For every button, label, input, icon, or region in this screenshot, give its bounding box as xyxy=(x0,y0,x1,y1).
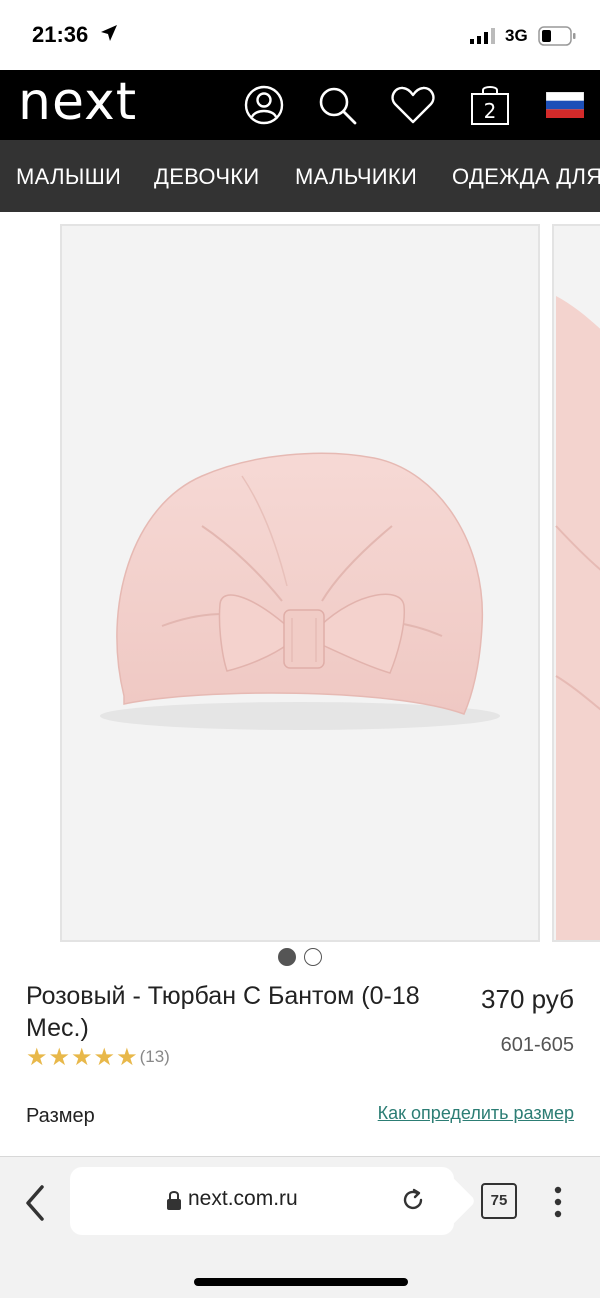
star-icon: ★ xyxy=(93,1043,116,1071)
carousel-dots xyxy=(276,946,326,968)
browser-toolbar: next.com.ru 75 xyxy=(0,1156,600,1298)
product-image[interactable] xyxy=(60,224,540,942)
bag-count: 2 xyxy=(483,99,497,123)
more-menu-icon[interactable] xyxy=(548,1185,568,1219)
lock-icon xyxy=(167,1191,181,1210)
review-count[interactable]: (13) xyxy=(140,1047,170,1067)
category-nav: МАЛЫШИ ДЕВОЧКИ МАЛЬЧИКИ ОДЕЖДА ДЛЯ xyxy=(0,140,600,212)
favourites-button[interactable] xyxy=(390,82,436,128)
status-bar: 21:36 3G xyxy=(0,0,600,70)
battery-icon xyxy=(538,26,576,46)
next-product-image[interactable] xyxy=(552,224,600,942)
russia-flag-icon xyxy=(546,92,584,118)
carousel-dot[interactable] xyxy=(304,948,322,966)
status-time: 21:36 xyxy=(32,22,89,47)
product-gallery[interactable] xyxy=(0,212,600,944)
network-type: 3G xyxy=(505,26,528,45)
product-price: 370 руб xyxy=(481,984,574,1014)
nav-item-girls[interactable]: ДЕВОЧКИ xyxy=(154,164,260,190)
url-text: next.com.ru xyxy=(188,1187,298,1210)
search-icon xyxy=(319,87,357,125)
back-arrow-icon[interactable] xyxy=(22,1183,48,1223)
nav-item-babies[interactable]: МАЛЫШИ xyxy=(16,164,121,190)
product-code: 601-605 xyxy=(500,1034,574,1056)
next-logo[interactable]: next xyxy=(18,72,137,132)
turban-hat-closeup xyxy=(555,296,600,940)
star-icon: ★ xyxy=(71,1043,93,1071)
location-arrow-icon xyxy=(101,25,117,41)
signal-icon xyxy=(470,28,495,44)
bag-button[interactable]: 2 xyxy=(468,82,512,128)
turban-hat-image xyxy=(100,452,500,730)
site-header: next 2 xyxy=(0,70,600,140)
star-icon: ★ xyxy=(26,1043,48,1071)
heart-icon xyxy=(391,86,435,124)
product-title: Розовый - Тюрбан С Бантом (0-18 Мес.) xyxy=(26,982,420,1042)
tabs-count-button[interactable]: 75 xyxy=(481,1183,517,1219)
reload-icon[interactable] xyxy=(400,1187,426,1213)
carousel-dot-active[interactable] xyxy=(278,948,296,966)
account-button[interactable] xyxy=(241,82,287,128)
rating[interactable]: ★ ★ ★ ★ ★ (13) xyxy=(26,1044,170,1070)
size-label: Размер xyxy=(26,1105,95,1127)
size-guide-link[interactable]: Как определить размер xyxy=(330,1103,574,1124)
account-icon xyxy=(244,85,284,125)
nav-item-clothing-for[interactable]: ОДЕЖДА ДЛЯ xyxy=(452,164,600,190)
search-button[interactable] xyxy=(314,82,360,128)
country-selector[interactable] xyxy=(542,82,588,128)
star-icon: ★ xyxy=(48,1043,71,1071)
star-icon: ★ xyxy=(116,1043,138,1071)
nav-item-boys[interactable]: МАЛЬЧИКИ xyxy=(295,164,417,190)
home-indicator xyxy=(194,1278,408,1286)
address-bar[interactable]: next.com.ru xyxy=(70,1167,454,1235)
